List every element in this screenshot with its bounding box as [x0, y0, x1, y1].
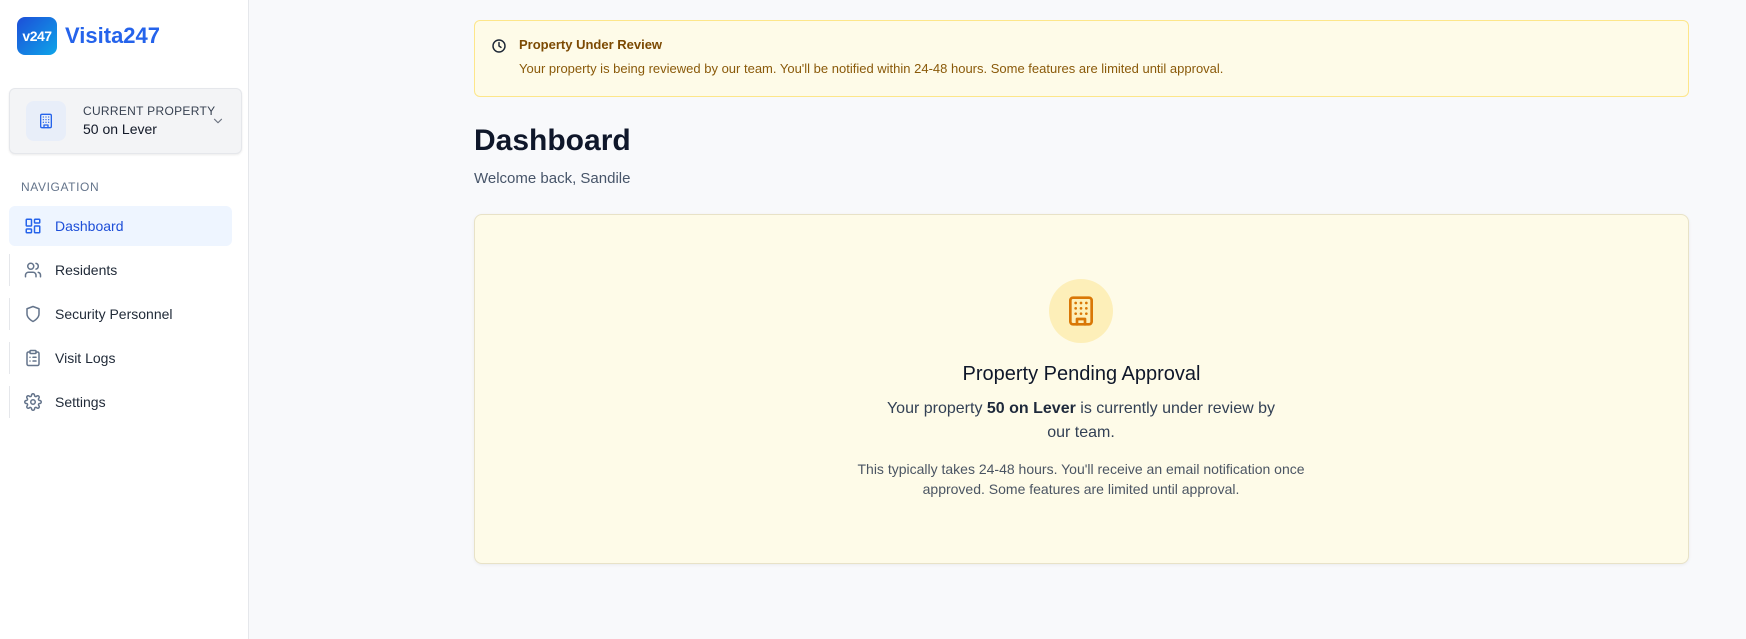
sidebar-item-settings[interactable]: Settings [9, 382, 232, 422]
current-property-caption: CURRENT PROPERTY [83, 104, 216, 118]
sidebar-item-dashboard[interactable]: Dashboard [9, 206, 232, 246]
brand-logo: v247 [17, 17, 57, 55]
property-switcher[interactable]: CURRENT PROPERTY 50 on Lever [9, 88, 242, 154]
sidebar: v247 Visita247 CURRENT PROPERTY 50 on Le… [0, 0, 249, 639]
pending-text-suffix: is currently under review by our team. [1047, 400, 1276, 441]
building-icon [26, 101, 66, 141]
sidebar-item-visit-logs[interactable]: Visit Logs [9, 338, 232, 378]
dashboard-icon [23, 216, 43, 236]
pending-note: This typically takes 24-48 hours. You'll… [857, 461, 1305, 497]
page-title: Dashboard [474, 124, 631, 157]
sidebar-item-label: Security Personnel [55, 306, 173, 322]
sidebar-item-residents[interactable]: Residents [9, 250, 232, 290]
alert-body: Your property is being reviewed by our t… [519, 61, 1224, 76]
sidebar-nav: Dashboard Residents Security Personnel V… [9, 206, 232, 426]
review-alert: Property Under Review Your property is b… [474, 20, 1689, 97]
brand[interactable]: v247 Visita247 [17, 17, 160, 55]
sidebar-item-label: Settings [55, 394, 106, 410]
sidebar-item-label: Residents [55, 262, 118, 278]
main-content: Property Under Review Your property is b… [249, 0, 1746, 639]
gear-icon [23, 392, 43, 412]
building-icon [1049, 279, 1113, 343]
pending-property-name: 50 on Lever [986, 400, 1076, 417]
pending-text-prefix: Your property [886, 400, 987, 417]
chevron-down-icon [211, 114, 225, 133]
sidebar-item-label: Dashboard [55, 218, 124, 234]
sidebar-item-label: Visit Logs [55, 350, 116, 366]
current-property-name: 50 on Lever [83, 121, 157, 137]
clock-icon [491, 38, 507, 59]
clipboard-list-icon [23, 348, 43, 368]
welcome-message: Welcome back, Sandile [474, 170, 631, 187]
alert-title: Property Under Review [519, 37, 663, 52]
shield-icon [23, 304, 43, 324]
sidebar-item-security-personnel[interactable]: Security Personnel [9, 294, 232, 334]
pending-description: Your property 50 on Lever is currently u… [875, 397, 1287, 445]
nav-heading: NAVIGATION [21, 180, 100, 194]
brand-name: Visita247 [65, 23, 161, 48]
users-icon [23, 260, 43, 280]
pending-title: Property Pending Approval [962, 363, 1201, 385]
pending-approval-card: Property Pending Approval Your property … [474, 214, 1689, 564]
property-switcher-text: CURRENT PROPERTY 50 on Lever [83, 104, 215, 138]
